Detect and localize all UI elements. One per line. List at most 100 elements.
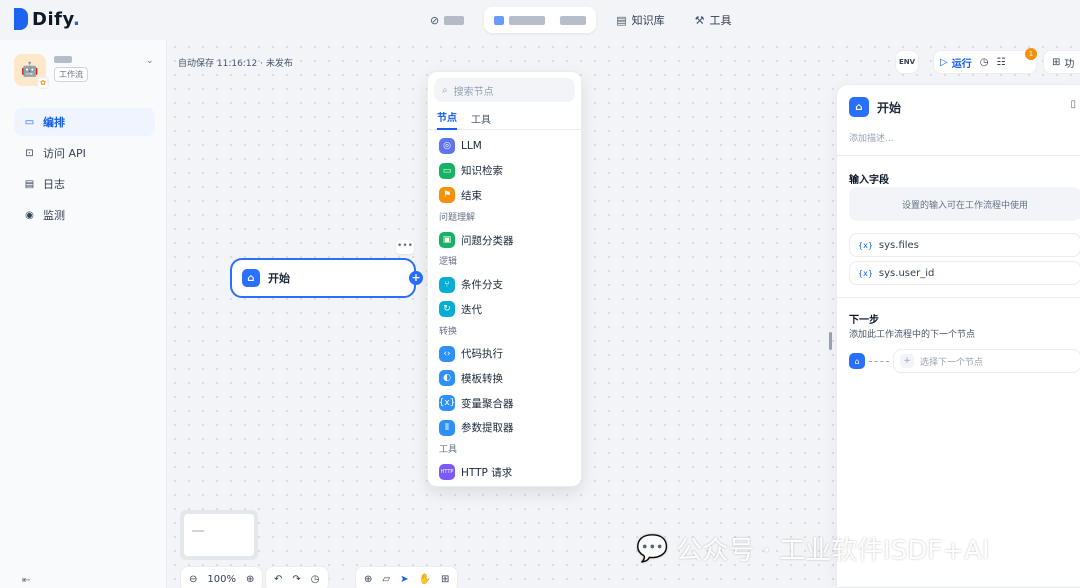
node-option[interactable]: HTTP HTTP 请求 [428, 460, 581, 485]
nav-studio[interactable] [484, 7, 597, 33]
nav-tools[interactable]: ⚒ 工具 [685, 7, 742, 33]
book-icon: ▤ [616, 13, 627, 27]
node-option[interactable]: ↻ 迭代 [428, 297, 581, 322]
tab-tools[interactable]: 工具 [471, 111, 491, 126]
node-type-icon: ‹› [439, 345, 455, 362]
features-label: 功 [1064, 58, 1075, 70]
node-list: ◎ LLM ▭ 知识检索 ⚑ 结束 问题理解 ▣ 问题分类器 逻辑 ⑂ 条件分支 ↻ 迭代 转换 ‹› 代码执行… [428, 130, 581, 485]
run-label: 运行 [951, 58, 972, 70]
node-option[interactable]: ⦀ 参数提取器 [428, 415, 581, 440]
redo-icon[interactable]: ↷ [292, 574, 300, 585]
nav-tools-label: 工具 [709, 14, 732, 27]
robot-icon: 🤖 ✿ [14, 54, 49, 89]
sidebar-item-api[interactable]: ⊡ 访问 API [14, 139, 155, 167]
minimap-viewport [184, 514, 254, 556]
logo-mark-icon [14, 8, 28, 30]
add-note-icon[interactable]: ▱ [382, 574, 390, 585]
node-type-icon: ⑂ [439, 276, 455, 293]
node-type-icon: ⦀ [439, 419, 455, 436]
home-icon: ⌂ [242, 269, 260, 287]
zoom-in-icon[interactable]: ⊕ [246, 574, 254, 585]
node-option[interactable]: ◎ LLM [428, 134, 581, 159]
features-button[interactable]: ⊞ 功 [1043, 50, 1080, 74]
history-icon[interactable]: ◷ [980, 57, 989, 68]
search-icon: ⌕ [442, 84, 448, 96]
next-step-title: 下一步 [849, 315, 879, 326]
hand-icon[interactable]: ✋ [418, 574, 430, 585]
pointer-icon[interactable]: ➤ [400, 574, 408, 585]
checklist-count-badge: 1 [1025, 48, 1037, 60]
node-option[interactable]: ▭ 知识检索 [428, 159, 581, 184]
zoom-level[interactable]: 100% [207, 574, 236, 585]
zoom-controls: ⊖ 100% ⊕ [180, 566, 264, 588]
sidebar-menu: ▭ 编排 ⊡ 访问 API ▤ 日志 ◉ 监测 [14, 108, 155, 232]
layout-organize-icon[interactable]: ⊞ [441, 574, 449, 585]
variable-row[interactable]: {x} sys.files [849, 233, 1080, 257]
node-option-label: 迭代 [461, 303, 482, 316]
version-history-icon[interactable]: ◷ [311, 574, 320, 585]
node-config-panel: ⌂ 开始 ▯ 添加描述... 输入字段 设置的输入可在工作流程中使用 {x} s… [836, 84, 1080, 588]
panel-title: 开始 [877, 100, 902, 115]
node-group-label: 工具 [439, 444, 458, 455]
add-node-icon[interactable]: ⊕ [364, 574, 372, 585]
node-type-icon: HTTP [439, 464, 455, 481]
tab-nodes[interactable]: 节点 [437, 108, 457, 130]
select-next-node-label: 选择下一个节点 [920, 357, 984, 368]
app-header[interactable]: 🤖 ✿ 工作流 [14, 54, 88, 89]
blurred-label [509, 15, 546, 25]
chevron-down-icon[interactable]: ⌄ [146, 56, 154, 66]
search-placeholder: 搜索节点 [453, 86, 494, 98]
nav-explore[interactable]: ⊘ [420, 7, 474, 33]
description-input[interactable]: 添加描述... [849, 131, 894, 144]
node-option[interactable]: ◐ 模板转换 [428, 366, 581, 391]
node-option[interactable]: ⚑ 结束 [428, 183, 581, 208]
start-node[interactable]: ⌂ 开始 + [230, 258, 423, 298]
node-option[interactable]: ‹› 代码执行 [428, 342, 581, 367]
node-type-icon: ▣ [439, 232, 455, 249]
minimap-node [192, 530, 204, 532]
variable-icon: {x} [858, 240, 873, 250]
sidebar-item-monitor[interactable]: ◉ 监测 [14, 201, 155, 229]
variable-row[interactable]: {x} sys.user_id [849, 261, 1080, 285]
sidebar-item-label: 监测 [43, 209, 65, 222]
node-option[interactable]: ▣ 问题分类器 [428, 228, 581, 253]
top-nav: ⊘ ▤ 知识库 ⚒ 工具 [420, 7, 742, 33]
env-button[interactable]: ENV [895, 50, 919, 74]
checklist-icon[interactable]: ☷ [996, 57, 1005, 68]
explore-icon: ⊘ [430, 13, 440, 27]
input-hint: 设置的输入可在工作流程中使用 [849, 187, 1080, 221]
node-option-label: HTTP 请求 [461, 466, 513, 479]
panel-toggle-icon[interactable]: ▯ [1070, 99, 1076, 110]
node-type-icon: ◐ [439, 370, 455, 387]
panel-resize-handle[interactable] [829, 332, 832, 350]
node-option-label: 变量聚合器 [461, 397, 514, 410]
sidebar-item-orchestrate[interactable]: ▭ 编排 [14, 108, 155, 136]
node-search-input[interactable]: ⌕ 搜索节点 [434, 78, 575, 102]
minimap[interactable] [180, 510, 258, 560]
start-node-label: 开始 [268, 272, 290, 285]
blurred-label [444, 15, 465, 25]
variable-icon: {x} [858, 268, 873, 278]
node-option[interactable]: ⑂ 条件分支 [428, 272, 581, 297]
sidebar-item-label: 日志 [43, 178, 65, 191]
zoom-out-icon[interactable]: ⊖ [189, 574, 197, 585]
home-icon: ⌂ [849, 353, 865, 369]
node-type-icon: ◎ [439, 138, 455, 155]
nav-knowledge[interactable]: ▤ 知识库 [606, 7, 674, 33]
hammer-icon: ⚒ [694, 13, 705, 27]
add-next-node-button[interactable]: + [409, 271, 423, 285]
top-bar: Dify. ⊘ ▤ 知识库 ⚒ 工具 [0, 0, 1080, 40]
node-more-button[interactable]: ••• [396, 240, 414, 254]
sidebar-item-logs[interactable]: ▤ 日志 [14, 170, 155, 198]
node-type-icon: ▭ [439, 162, 455, 179]
select-next-node-button[interactable]: + 选择下一个节点 [893, 349, 1080, 373]
input-section-title: 输入字段 [849, 175, 889, 186]
run-button[interactable]: ▷ 运行 [940, 55, 972, 70]
dify-logo[interactable]: Dify. [14, 8, 80, 30]
collapse-sidebar-icon[interactable]: ⇤ [22, 575, 30, 586]
node-option[interactable]: {x} 变量聚合器 [428, 391, 581, 416]
run-toolbar: ▷ 运行 ◷ ☷ [933, 50, 1037, 74]
sidebar-item-label: 编排 [43, 116, 65, 129]
studio-icon [494, 15, 505, 25]
undo-icon[interactable]: ↶ [274, 574, 282, 585]
